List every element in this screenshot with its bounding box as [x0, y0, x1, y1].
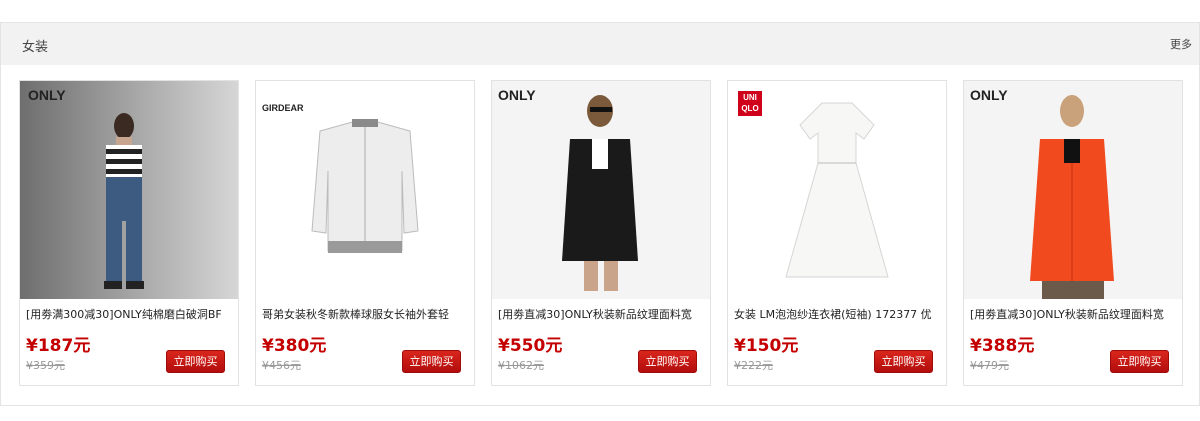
product-image[interactable]: ONLY — [20, 81, 238, 299]
product-price: ¥388元 — [970, 336, 1035, 356]
product-image[interactable]: ONLY — [492, 81, 710, 299]
product-price: ¥550元 — [498, 336, 563, 356]
product-old-price: ¥359元 — [26, 359, 65, 372]
product-price: ¥150元 — [734, 336, 799, 356]
product-card[interactable]: ONLY [用劵满300减30]ONLY纯棉磨白破洞BF ¥187元 ¥359元… — [19, 80, 239, 386]
buy-now-button[interactable]: 立即购买 — [874, 350, 933, 373]
buy-now-button[interactable]: 立即购买 — [166, 350, 225, 373]
product-name[interactable]: [用劵直减30]ONLY秋装新品纹理面料宽 — [498, 306, 708, 322]
product-price: ¥380元 — [262, 336, 327, 356]
product-image[interactable]: UNI QLO — [728, 81, 946, 299]
product-old-price: ¥222元 — [734, 359, 773, 372]
product-image[interactable]: GIRDEAR — [256, 81, 474, 299]
product-card[interactable]: ONLY [用劵直减30]ONLY秋装新品纹理面料宽 ¥550元 ¥1062元 … — [491, 80, 711, 386]
product-old-price: ¥456元 — [262, 359, 301, 372]
product-name[interactable]: 女装 LM泡泡纱连衣裙(短袖) 172377 优 — [734, 306, 944, 322]
product-panel: 女装 更多 ONLY [用劵满300减30]ONLY纯棉磨白破洞BF ¥187元 — [0, 22, 1200, 406]
buy-now-button[interactable]: 立即购买 — [1110, 350, 1169, 373]
product-card[interactable]: GIRDEAR 哥弟女装秋冬新款棒球服女长袖外套轻 ¥380元 ¥456元 立即… — [255, 80, 475, 386]
product-old-price: ¥1062元 — [498, 359, 544, 372]
panel-header: 女装 更多 — [1, 23, 1199, 65]
section-title: 女装 — [22, 40, 49, 55]
product-name[interactable]: [用劵满300减30]ONLY纯棉磨白破洞BF — [26, 306, 236, 322]
product-image[interactable]: ONLY — [964, 81, 1182, 299]
product-name[interactable]: 哥弟女装秋冬新款棒球服女长袖外套轻 — [262, 306, 472, 322]
product-card[interactable]: UNI QLO 女装 LM泡泡纱连衣裙(短袖) 172377 优 ¥150元 ¥… — [727, 80, 947, 386]
product-price: ¥187元 — [26, 336, 91, 356]
buy-now-button[interactable]: 立即购买 — [638, 350, 697, 373]
more-link[interactable]: 更多 — [1170, 36, 1192, 52]
product-card[interactable]: ONLY [用劵直减30]ONLY秋装新品纹理面料宽 ¥388元 ¥479元 立… — [963, 80, 1183, 386]
product-name[interactable]: [用劵直减30]ONLY秋装新品纹理面料宽 — [970, 306, 1180, 322]
buy-now-button[interactable]: 立即购买 — [402, 350, 461, 373]
product-old-price: ¥479元 — [970, 359, 1009, 372]
